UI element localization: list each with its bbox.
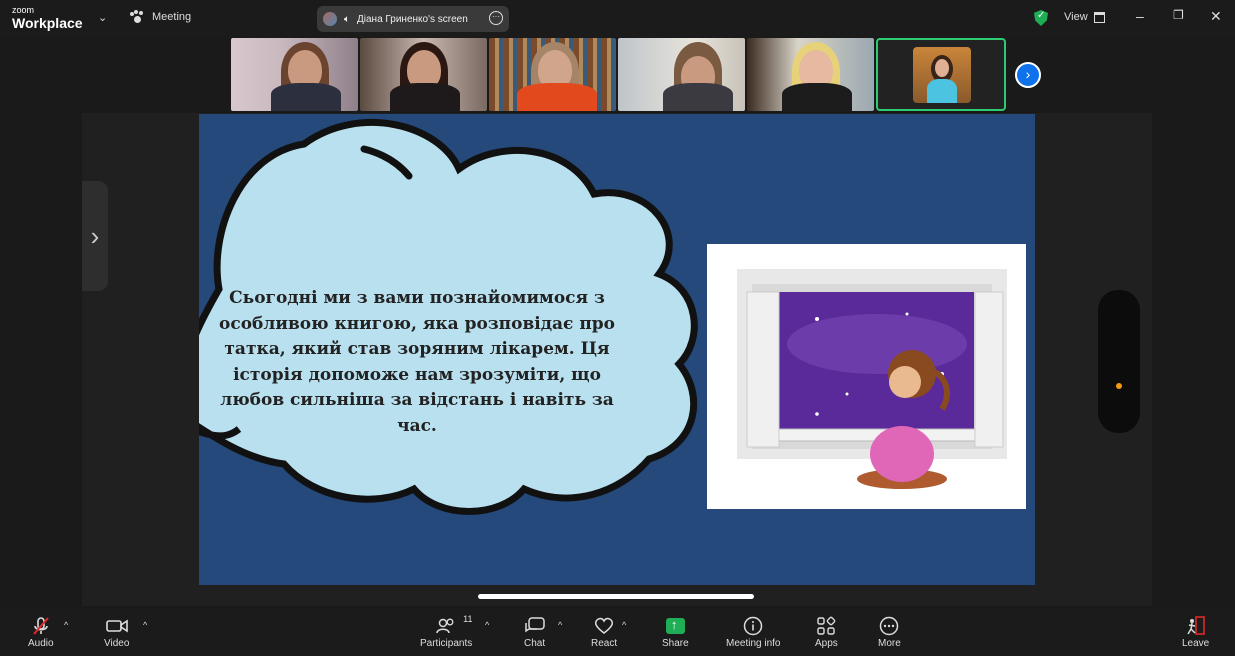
participants-count: 11 bbox=[463, 614, 473, 624]
participant-thumbnail bbox=[913, 47, 971, 103]
speaker-icon: 🔈︎ bbox=[344, 13, 350, 25]
video-button[interactable]: Video bbox=[104, 616, 129, 649]
participants-options-caret[interactable]: ^ bbox=[485, 620, 489, 630]
audio-options-caret[interactable]: ^ bbox=[64, 620, 68, 630]
participant-tile[interactable] bbox=[231, 38, 358, 111]
react-label: React bbox=[591, 638, 618, 649]
view-label: View bbox=[1064, 11, 1088, 23]
participant-tile[interactable] bbox=[489, 38, 616, 111]
info-icon bbox=[743, 616, 763, 636]
more-options-icon[interactable]: ··· bbox=[489, 11, 503, 25]
participant-tile[interactable] bbox=[360, 38, 487, 111]
screen-share-label: Діана Гриненко's screen bbox=[357, 13, 468, 25]
security-shield-icon[interactable] bbox=[1034, 10, 1048, 26]
participants-icon: 11 bbox=[436, 614, 472, 636]
chat-options-caret[interactable]: ^ bbox=[558, 620, 562, 630]
meeting-info-label: Meeting info bbox=[726, 638, 781, 649]
video-options-caret[interactable]: ^ bbox=[143, 620, 147, 630]
apps-button[interactable]: Apps bbox=[815, 616, 838, 649]
share-label: Share bbox=[662, 638, 689, 649]
more-label: More bbox=[878, 638, 901, 649]
video-label: Video bbox=[104, 638, 130, 649]
meeting-info-button[interactable]: Meeting info bbox=[726, 616, 780, 649]
chevron-down-icon[interactable]: ⌄ bbox=[98, 11, 107, 24]
zoom-logo: zoom Workplace bbox=[12, 5, 83, 31]
restore-icon[interactable]: ❐ bbox=[1173, 8, 1184, 22]
girl-at-window-illustration bbox=[707, 244, 1026, 509]
audio-label: Audio bbox=[28, 638, 54, 649]
apps-label: Apps bbox=[815, 638, 838, 649]
meeting-toolbar: Audio ^ Video ^ 11 Participants ^ Chat ^… bbox=[0, 608, 1235, 656]
meeting-menu[interactable]: Meeting bbox=[130, 10, 191, 24]
share-screen-icon bbox=[665, 616, 685, 636]
heart-icon bbox=[594, 616, 614, 636]
floating-control-pill[interactable] bbox=[1098, 290, 1140, 433]
audio-button[interactable]: Audio bbox=[28, 616, 54, 649]
video-camera-icon bbox=[105, 616, 128, 636]
leave-label: Leave bbox=[1182, 638, 1210, 649]
apps-icon bbox=[816, 616, 836, 636]
expand-panel-handle[interactable]: › bbox=[82, 181, 108, 291]
horizontal-scrollbar[interactable] bbox=[478, 594, 754, 599]
active-speaker-tile[interactable] bbox=[876, 38, 1006, 111]
chat-button[interactable]: Chat bbox=[524, 616, 545, 649]
presentation-slide: Сьогодні ми з вами познайомимося з особл… bbox=[199, 114, 1035, 585]
grid-icon bbox=[1093, 11, 1105, 23]
chat-label: Chat bbox=[524, 638, 546, 649]
logo-large: Workplace bbox=[12, 15, 83, 31]
next-page-button[interactable]: › bbox=[1015, 62, 1041, 88]
logo-small: zoom bbox=[12, 5, 35, 15]
close-icon[interactable]: ✕ bbox=[1210, 8, 1222, 25]
view-button[interactable]: View bbox=[1064, 11, 1105, 23]
participant-tile[interactable] bbox=[747, 38, 874, 111]
more-button[interactable]: More bbox=[878, 616, 901, 649]
leave-door-icon bbox=[1186, 616, 1206, 636]
participants-label: Participants bbox=[420, 638, 473, 649]
muted-microphone-icon bbox=[31, 616, 51, 636]
chat-bubble-icon bbox=[524, 616, 545, 636]
leave-button[interactable]: Leave bbox=[1182, 616, 1209, 649]
share-button[interactable]: Share bbox=[662, 616, 689, 649]
minimize-icon[interactable]: – bbox=[1136, 8, 1144, 24]
more-dots-icon bbox=[879, 616, 899, 636]
slide-text: Сьогодні ми з вами познайомимося з особл… bbox=[219, 288, 615, 436]
meeting-label: Meeting bbox=[152, 11, 192, 23]
title-bar: zoom Workplace ⌄ Meeting 🔈︎ Діана Гринен… bbox=[0, 0, 1235, 37]
screen-share-indicator[interactable]: 🔈︎ Діана Гриненко's screen ··· bbox=[317, 6, 509, 32]
participants-button[interactable]: 11 Participants bbox=[420, 614, 473, 649]
presenter-avatar bbox=[323, 12, 337, 26]
react-button[interactable]: React bbox=[591, 616, 617, 649]
participant-strip bbox=[231, 38, 1006, 111]
paw-icon bbox=[130, 10, 144, 24]
react-options-caret[interactable]: ^ bbox=[622, 620, 626, 630]
participant-tile[interactable] bbox=[618, 38, 745, 111]
